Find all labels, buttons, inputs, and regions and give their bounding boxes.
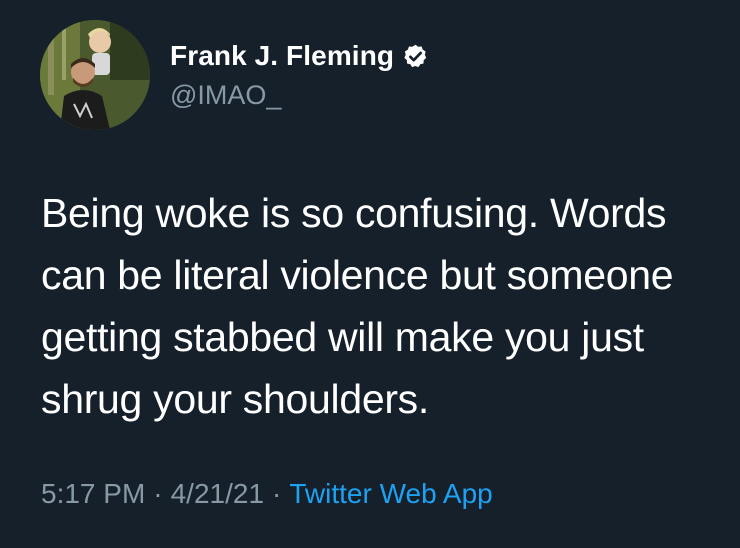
tweet-text: Being woke is so confusing. Words can be… <box>41 182 731 430</box>
tweet-text-line: getting stabbed will make you just <box>41 314 644 360</box>
verified-badge-icon <box>402 43 429 70</box>
avatar[interactable] <box>40 20 150 130</box>
tweet-meta: 5:17 PM · 4/21/21 · Twitter Web App <box>41 478 493 510</box>
tweet-text-line: shrug your shoulders. <box>41 376 429 422</box>
tweet-text-line: Being woke is so confusing. Words <box>41 190 667 236</box>
meta-separator: · <box>153 478 163 509</box>
meta-separator: · <box>272 478 282 509</box>
handle[interactable]: @IMAO_ <box>170 80 281 111</box>
display-name[interactable]: Frank J. Fleming <box>170 40 394 72</box>
tweet-text-line: can be literal violence but someone <box>41 252 674 298</box>
tweet-date[interactable]: 4/21/21 <box>171 478 264 510</box>
author-row: Frank J. Fleming <box>170 38 429 74</box>
tweet-source-link[interactable]: Twitter Web App <box>289 478 492 510</box>
avatar-photo <box>40 20 150 130</box>
tweet-card: Frank J. Fleming @IMAO_ Being woke is so… <box>0 0 740 548</box>
tweet-time[interactable]: 5:17 PM <box>41 478 145 510</box>
